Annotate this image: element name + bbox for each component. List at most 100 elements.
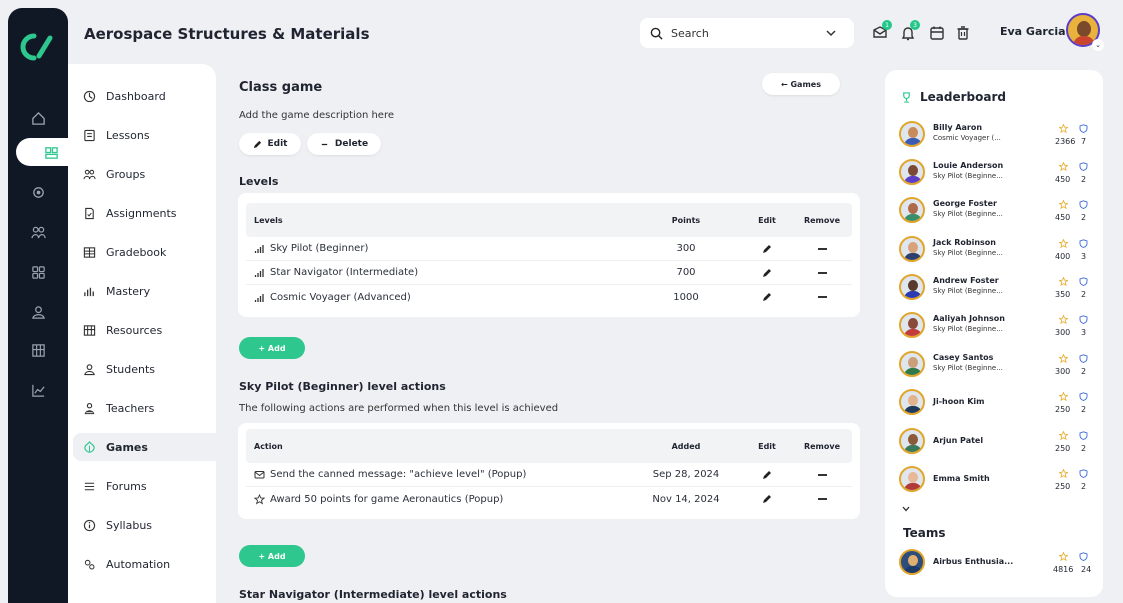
sidebar-item-lessons[interactable]: Lessons <box>73 121 213 149</box>
avatar <box>899 549 925 575</box>
sidebar-item-students[interactable]: Students <box>73 355 213 383</box>
rail-grid-icon[interactable] <box>8 258 68 286</box>
calendar-icon[interactable] <box>928 24 946 42</box>
star-icon <box>1059 552 1068 561</box>
shield-icon <box>1079 277 1088 286</box>
delete-button[interactable]: Delete <box>307 133 381 155</box>
app-rail <box>8 8 86 603</box>
player-name: Jack Robinson <box>933 238 996 247</box>
edit-level-button[interactable] <box>742 268 792 278</box>
edit-action-button[interactable] <box>742 494 792 504</box>
user-name[interactable]: Eva Garcia <box>1000 25 1066 38</box>
table-row: Star Navigator (Intermediate) 700 <box>246 261 852 285</box>
search-input[interactable]: Search <box>640 18 854 48</box>
player-level: Sky Pilot (Beginne... <box>933 172 1003 180</box>
player-points: 350 <box>1055 290 1071 299</box>
avatar-chevron-icon[interactable]: ⌄ <box>1092 39 1104 51</box>
player-points: 450 <box>1055 213 1071 222</box>
remove-action-button[interactable] <box>792 473 852 476</box>
remove-level-button[interactable] <box>792 296 852 298</box>
level-points: 700 <box>676 267 696 278</box>
rail-people-icon[interactable] <box>8 218 68 246</box>
star-icon <box>1059 124 1068 133</box>
leaderboard-row[interactable]: Arjun Patel 250 2 <box>899 425 1095 461</box>
sidebar-item-assignments[interactable]: Assignments <box>73 199 213 227</box>
rail-settings-icon[interactable] <box>8 178 68 206</box>
rail-home-icon[interactable] <box>8 104 68 132</box>
leaderboard-row[interactable]: Andrew Foster Sky Pilot (Beginne... 350 2 <box>899 271 1095 307</box>
automation-icon <box>84 559 95 569</box>
col-points: Points <box>671 215 701 225</box>
leaderboard-row[interactable]: George Foster Sky Pilot (Beginne... 450 2 <box>899 194 1095 230</box>
leaderboard-row[interactable]: Jack Robinson Sky Pilot (Beginne... 400 3 <box>899 233 1095 269</box>
player-name: Emma Smith <box>933 474 990 483</box>
rail-chart-icon[interactable] <box>8 376 68 404</box>
sidebar-item-gradebook[interactable]: Gradebook <box>73 238 213 266</box>
add-action-button[interactable]: + Add <box>239 545 305 567</box>
sidebar-item-dashboard[interactable]: Dashboard <box>73 82 213 110</box>
leaderboard-title: Leaderboard <box>901 90 1006 104</box>
level-name: Cosmic Voyager (Advanced) <box>270 291 411 303</box>
sidebar-item-forums[interactable]: Forums <box>73 472 213 500</box>
edit-button-label: Edit <box>267 139 288 149</box>
trash-icon[interactable] <box>954 24 972 42</box>
teams-heading: Teams <box>903 526 946 540</box>
edit-level-button[interactable] <box>742 244 792 254</box>
player-rank: 3 <box>1081 252 1087 261</box>
edit-level-button[interactable] <box>742 292 792 302</box>
player-rank: 2 <box>1081 482 1087 491</box>
sidebar-item-groups[interactable]: Groups <box>73 160 213 188</box>
player-points: 450 <box>1055 175 1071 184</box>
team-row[interactable]: Airbus Enthusia... 4816 24 <box>899 546 1095 582</box>
level-points: 300 <box>676 243 696 254</box>
player-points: 2366 <box>1055 137 1076 146</box>
edit-button[interactable]: Edit <box>239 133 301 155</box>
table-row: Sky Pilot (Beginner) 300 <box>246 237 852 261</box>
star-icon <box>1059 469 1068 478</box>
expand-chevron-icon[interactable] <box>901 504 911 514</box>
level-actions-heading: Sky Pilot (Beginner) level actions <box>239 380 446 393</box>
page-heading: Class game <box>239 80 323 95</box>
message-icon <box>254 471 265 479</box>
sidebar-item-syllabus[interactable]: Syllabus <box>73 511 213 539</box>
remove-action-button[interactable] <box>792 498 852 500</box>
col-remove: Remove <box>803 441 841 451</box>
leaderboard-row[interactable]: Ji-hoon Kim 250 2 <box>899 386 1095 422</box>
star-icon <box>1059 277 1068 286</box>
app-logo[interactable] <box>20 32 56 62</box>
rail-library-icon[interactable] <box>8 336 68 364</box>
shield-icon <box>1079 552 1088 561</box>
sidebar-item-resources[interactable]: Resources <box>73 316 213 344</box>
leaderboard-row[interactable]: Emma Smith 250 2 <box>899 463 1095 499</box>
remove-level-button[interactable] <box>792 247 852 250</box>
back-to-games-button[interactable]: ← Games <box>762 73 840 95</box>
bell-badge: 3 <box>910 20 920 30</box>
mastery-icon <box>84 287 94 296</box>
next-level-actions-heading: Star Navigator (Intermediate) level acti… <box>239 588 507 601</box>
remove-level-button[interactable] <box>792 271 852 274</box>
table-row: Award 50 points for game Aeronautics (Po… <box>246 487 852 511</box>
avatar <box>899 466 925 492</box>
leaderboard-row[interactable]: Aaliyah Johnson Sky Pilot (Beginne... 300 3 <box>899 309 1095 345</box>
leaderboard-row[interactable]: Louie Anderson Sky Pilot (Beginne... 450 2 <box>899 156 1095 192</box>
sidebar-item-teachers[interactable]: Teachers <box>73 394 213 422</box>
player-points: 250 <box>1055 444 1071 453</box>
sidebar-item-automation[interactable]: Automation <box>73 550 213 578</box>
chevron-down-icon[interactable] <box>823 25 839 41</box>
sidebar-item-mastery[interactable]: Mastery <box>73 277 213 305</box>
player-rank: 2 <box>1081 405 1087 414</box>
player-rank: 2 <box>1081 175 1087 184</box>
action-text: Send the canned message: "achieve level"… <box>270 469 527 480</box>
resources-icon <box>83 324 96 336</box>
actions-table: Action Added Edit Remove Send the canned… <box>238 423 860 519</box>
pencil-icon <box>763 495 771 503</box>
player-points: 250 <box>1055 482 1071 491</box>
sidebar-item-games[interactable]: Games <box>73 433 216 461</box>
edit-action-button[interactable] <box>742 470 792 480</box>
leaderboard-row[interactable]: Billy Aaron Cosmic Voyager (... 2366 7 <box>899 118 1095 154</box>
player-rank: 2 <box>1081 290 1087 299</box>
player-name: Louie Anderson <box>933 161 1004 170</box>
add-level-button[interactable]: + Add <box>239 337 305 359</box>
leaderboard-row[interactable]: Casey Santos Sky Pilot (Beginne... 300 2 <box>899 348 1095 384</box>
rail-user-icon[interactable] <box>8 298 68 326</box>
